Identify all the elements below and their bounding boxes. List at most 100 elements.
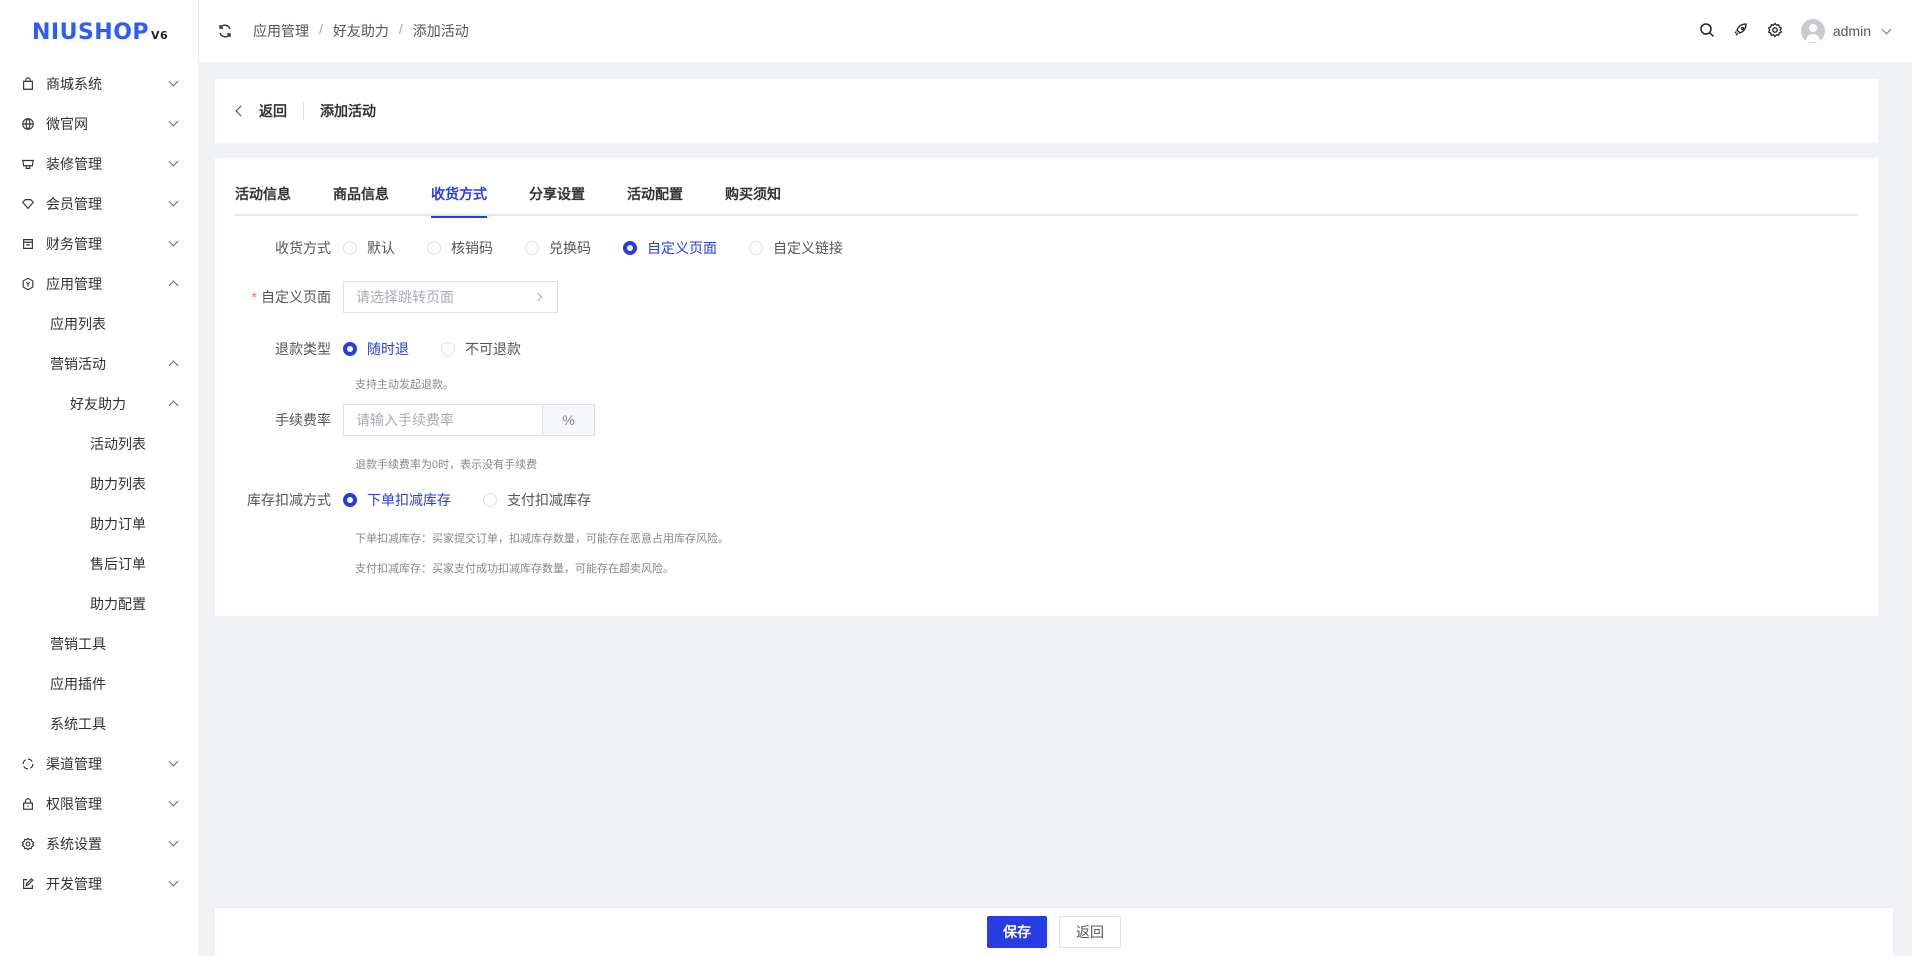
refund-hint: 支持主动发起退款。 [355,379,454,391]
sidebar-item-7[interactable]: 营销活动 [0,344,199,384]
custom-page-label-text: 自定义页面 [261,289,331,305]
refresh-icon[interactable] [217,23,233,39]
refund-radio-group: 随时退 不可退款 [343,339,553,359]
footer-bar: 保存 返回 [215,908,1893,956]
delivery-radio-group: 默认 核销码 兑换码 自定义页面 自定义链接 [343,238,875,258]
sidebar-item-1[interactable]: 微官网 [0,104,199,144]
fee-placeholder: 请输入手续费率 [356,412,454,428]
sidebar-item-2[interactable]: 装修管理 [0,144,199,184]
custom-page-label: * 自定义页面 [215,287,343,307]
user-menu[interactable]: admin [1800,19,1892,43]
sidebar-item-19[interactable]: 系统设置 [0,824,199,864]
sidebar-item-18[interactable]: 权限管理 [0,784,199,824]
logo[interactable]: NIUSHOP V6 [32,20,168,45]
stock-label: 库存扣减方式 [247,492,331,508]
cube-icon [20,276,36,292]
top-header: 应用管理 / 好友助力 / 添加活动 admin [199,0,1912,62]
fee-label: 手续费率 [275,412,331,428]
back-button[interactable]: 返回 [1059,916,1121,948]
rocket-icon[interactable] [1733,22,1749,41]
breadcrumb-separator: / [398,21,403,37]
sidebar-item-0[interactable]: 商城系统 [0,64,199,104]
logo-version: V6 [151,29,169,42]
tab-0[interactable]: 活动信息 [235,184,291,216]
sidebar-item-6[interactable]: 应用列表 [0,304,199,344]
delivery-radio-option[interactable]: 自定义页面 [623,238,717,258]
custom-page-placeholder: 请选择跳转页面 [356,289,454,305]
chevron-down-icon [168,796,179,807]
back-link[interactable]: 返回 [235,101,287,121]
sidebar-item-label: 应用列表 [50,316,106,332]
delivery-radio-option[interactable]: 默认 [343,238,395,258]
sidebar-item-14[interactable]: 营销工具 [0,624,199,664]
sidebar-item-label: 应用插件 [50,676,106,692]
sidebar-item-label: 系统设置 [46,836,102,852]
globe-icon [20,116,36,132]
sidebar-item-label: 渠道管理 [46,756,102,772]
breadcrumb-item[interactable]: 好友助力 [333,21,389,41]
tab-2[interactable]: 收货方式 [431,184,487,218]
radio-label: 核销码 [451,240,493,256]
sidebar-item-label: 会员管理 [46,196,102,212]
radio-circle [749,241,763,255]
sidebar-item-13[interactable]: 助力配置 [0,584,199,624]
chevron-up-icon [168,400,179,411]
sidebar-item-10[interactable]: 助力列表 [0,464,199,504]
sidebar-item-12[interactable]: 售后订单 [0,544,199,584]
tab-1[interactable]: 商品信息 [333,184,389,216]
radio-label: 自定义链接 [773,240,843,256]
refund-radio-option[interactable]: 不可退款 [441,339,521,359]
chevron-down-icon [168,836,179,847]
fee-hint: 退款手续费率为0时，表示没有手续费 [355,459,538,471]
stock-radio-option[interactable]: 支付扣减库存 [483,490,591,510]
radio-circle [623,241,637,255]
sidebar-item-16[interactable]: 系统工具 [0,704,199,744]
delivery-radio-option[interactable]: 核销码 [427,238,493,258]
fee-row: 手续费率 请输入手续费率% [215,404,595,436]
gear-icon[interactable] [1767,22,1783,41]
delivery-label: 收货方式 [275,240,331,256]
gear-icon [20,836,36,852]
radio-label: 兑换码 [549,240,591,256]
sidebar-item-label: 微官网 [46,116,88,132]
breadcrumb-item: 添加活动 [412,23,469,39]
sidebar-item-17[interactable]: 渠道管理 [0,744,199,784]
sidebar-item-15[interactable]: 应用插件 [0,664,199,704]
search-icon[interactable] [1699,22,1715,41]
lock-icon [20,796,36,812]
save-button[interactable]: 保存 [987,916,1047,948]
breadcrumb-item[interactable]: 应用管理 [253,21,309,41]
decor-icon [20,156,36,172]
chevron-down-icon [1881,24,1892,34]
tab-5[interactable]: 购买须知 [725,184,781,216]
sidebar-item-8[interactable]: 好友助力 [0,384,199,424]
stock-radio-option[interactable]: 下单扣减库存 [343,490,451,510]
chevron-down-icon [168,876,179,887]
tab-4[interactable]: 活动配置 [627,184,683,216]
radio-circle [343,241,357,255]
sidebar-item-4[interactable]: 财务管理 [0,224,199,264]
page-header-card: 返回 添加活动 [215,79,1878,143]
delivery-row: 收货方式 默认 核销码 兑换码 自定义页面 自定义链接 [215,238,875,258]
divider [303,102,304,120]
sidebar-item-20[interactable]: 开发管理 [0,864,199,904]
diamond-icon [20,196,36,212]
delivery-radio-option[interactable]: 兑换码 [525,238,591,258]
sidebar-item-5[interactable]: 应用管理 [0,264,199,304]
delivery-radio-option[interactable]: 自定义链接 [749,238,843,258]
stock-hint-order: 下单扣减库存：买家提交订单，扣减库存数量，可能存在恶意占用库存风险。 [355,533,729,545]
chevron-up-icon [168,360,179,371]
sidebar-item-11[interactable]: 助力订单 [0,504,199,544]
stock-hint-pay: 支付扣减库存：买家支付成功扣减库存数量，可能存在超卖风险。 [355,563,674,575]
chevron-down-icon [168,236,179,247]
refund-label: 退款类型 [275,341,331,357]
sidebar-item-9[interactable]: 活动列表 [0,424,199,464]
refund-radio-option[interactable]: 随时退 [343,339,409,359]
username: admin [1832,23,1871,39]
custom-page-select[interactable]: 请选择跳转页面 [343,281,558,313]
sidebar-item-3[interactable]: 会员管理 [0,184,199,224]
fee-input[interactable]: 请输入手续费率% [343,404,595,436]
tab-3[interactable]: 分享设置 [529,184,585,216]
stock-row: 库存扣减方式 下单扣减库存 支付扣减库存 [215,490,623,510]
bag-icon [20,76,36,92]
